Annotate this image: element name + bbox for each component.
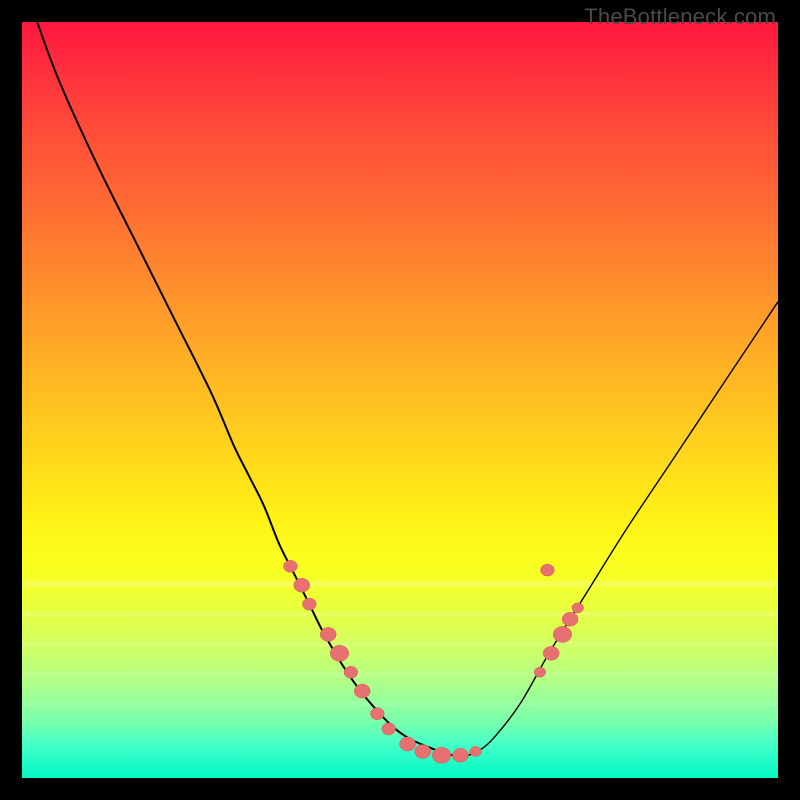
curve-right-arm — [453, 302, 778, 756]
marker-layer — [284, 560, 584, 763]
curve-layer — [37, 22, 778, 756]
plot-area — [22, 22, 778, 778]
data-marker — [562, 612, 578, 626]
data-marker — [400, 737, 416, 751]
data-marker — [320, 627, 336, 641]
chart-frame: TheBottleneck.com — [0, 0, 800, 800]
data-marker — [470, 747, 482, 757]
data-marker — [382, 723, 396, 735]
data-marker — [415, 745, 431, 759]
data-marker — [302, 598, 316, 610]
data-marker — [453, 748, 469, 762]
attribution-watermark: TheBottleneck.com — [584, 4, 776, 30]
data-marker — [344, 666, 358, 678]
data-marker — [354, 684, 370, 698]
data-marker — [534, 667, 546, 677]
data-marker — [294, 578, 310, 592]
data-marker — [284, 560, 298, 572]
data-marker — [330, 645, 348, 661]
data-marker — [541, 564, 555, 576]
chart-svg — [22, 22, 778, 778]
data-marker — [553, 626, 571, 642]
data-marker — [572, 603, 584, 613]
data-marker — [370, 708, 384, 720]
data-marker — [432, 747, 450, 763]
curve-left-arm — [37, 22, 468, 756]
data-marker — [543, 646, 559, 660]
